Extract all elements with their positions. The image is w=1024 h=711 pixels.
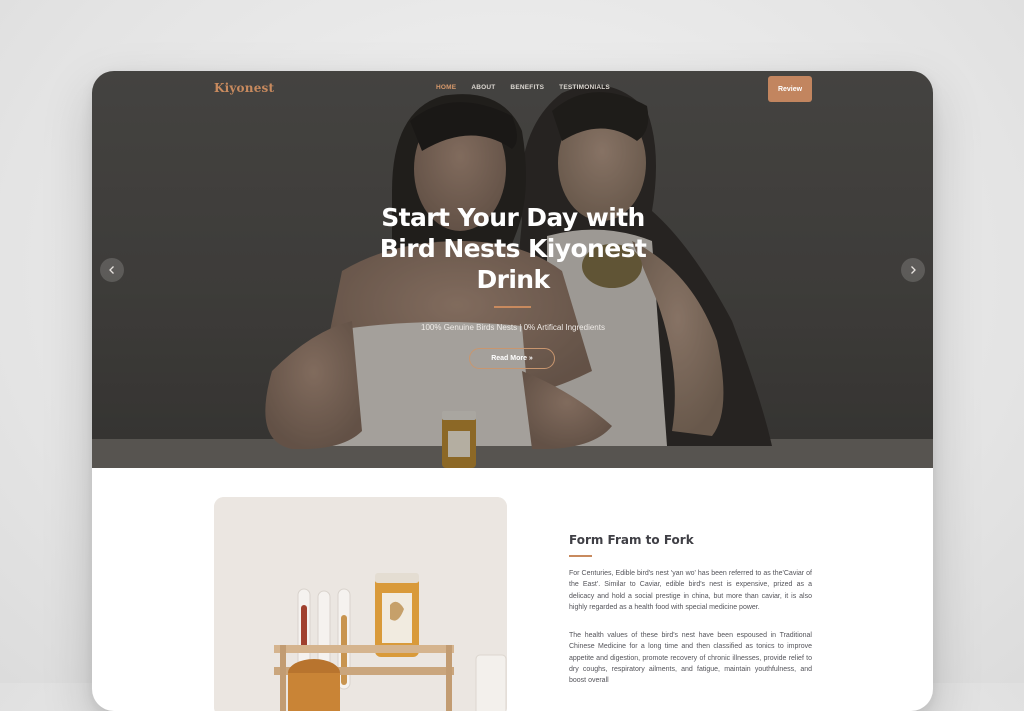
carousel-prev-button[interactable] (100, 258, 124, 282)
hero-title: Start Your Day with Bird Nests Kiyonest … (379, 203, 647, 294)
review-button[interactable]: Review (768, 76, 812, 102)
carousel-next-button[interactable] (901, 258, 925, 282)
nav-link-home[interactable]: HOME (436, 84, 456, 91)
hero-divider (494, 306, 531, 308)
brand-logo[interactable]: Kiyonest (214, 81, 274, 95)
section-divider (569, 555, 592, 557)
section-paragraph-2: The health values of these bird's nest h… (569, 632, 812, 685)
chevron-left-icon (109, 266, 114, 274)
nav-link-testimonials[interactable]: TESTIMONIALS (559, 84, 610, 91)
hero-banner: Kiyonest HOME ABOUT BENEFITS TESTIMONIAL… (92, 71, 933, 468)
main-nav: HOME ABOUT BENEFITS TESTIMONIALS (436, 84, 610, 91)
product-image (214, 497, 507, 711)
hero-subtitle: 100% Genuine Birds Nests | 0% Artifical … (421, 323, 605, 332)
nav-link-benefits[interactable]: BENEFITS (510, 84, 544, 91)
browser-frame: Kiyonest HOME ABOUT BENEFITS TESTIMONIAL… (92, 71, 933, 711)
product-photo (214, 497, 507, 711)
chevron-right-icon (911, 266, 916, 274)
read-more-button[interactable]: Read More » (469, 348, 555, 369)
section-paragraph-1: For Centuries, Edible bird's nest 'yan w… (569, 570, 812, 611)
section-title: Form Fram to Fork (569, 533, 694, 547)
nav-link-about[interactable]: ABOUT (471, 84, 495, 91)
